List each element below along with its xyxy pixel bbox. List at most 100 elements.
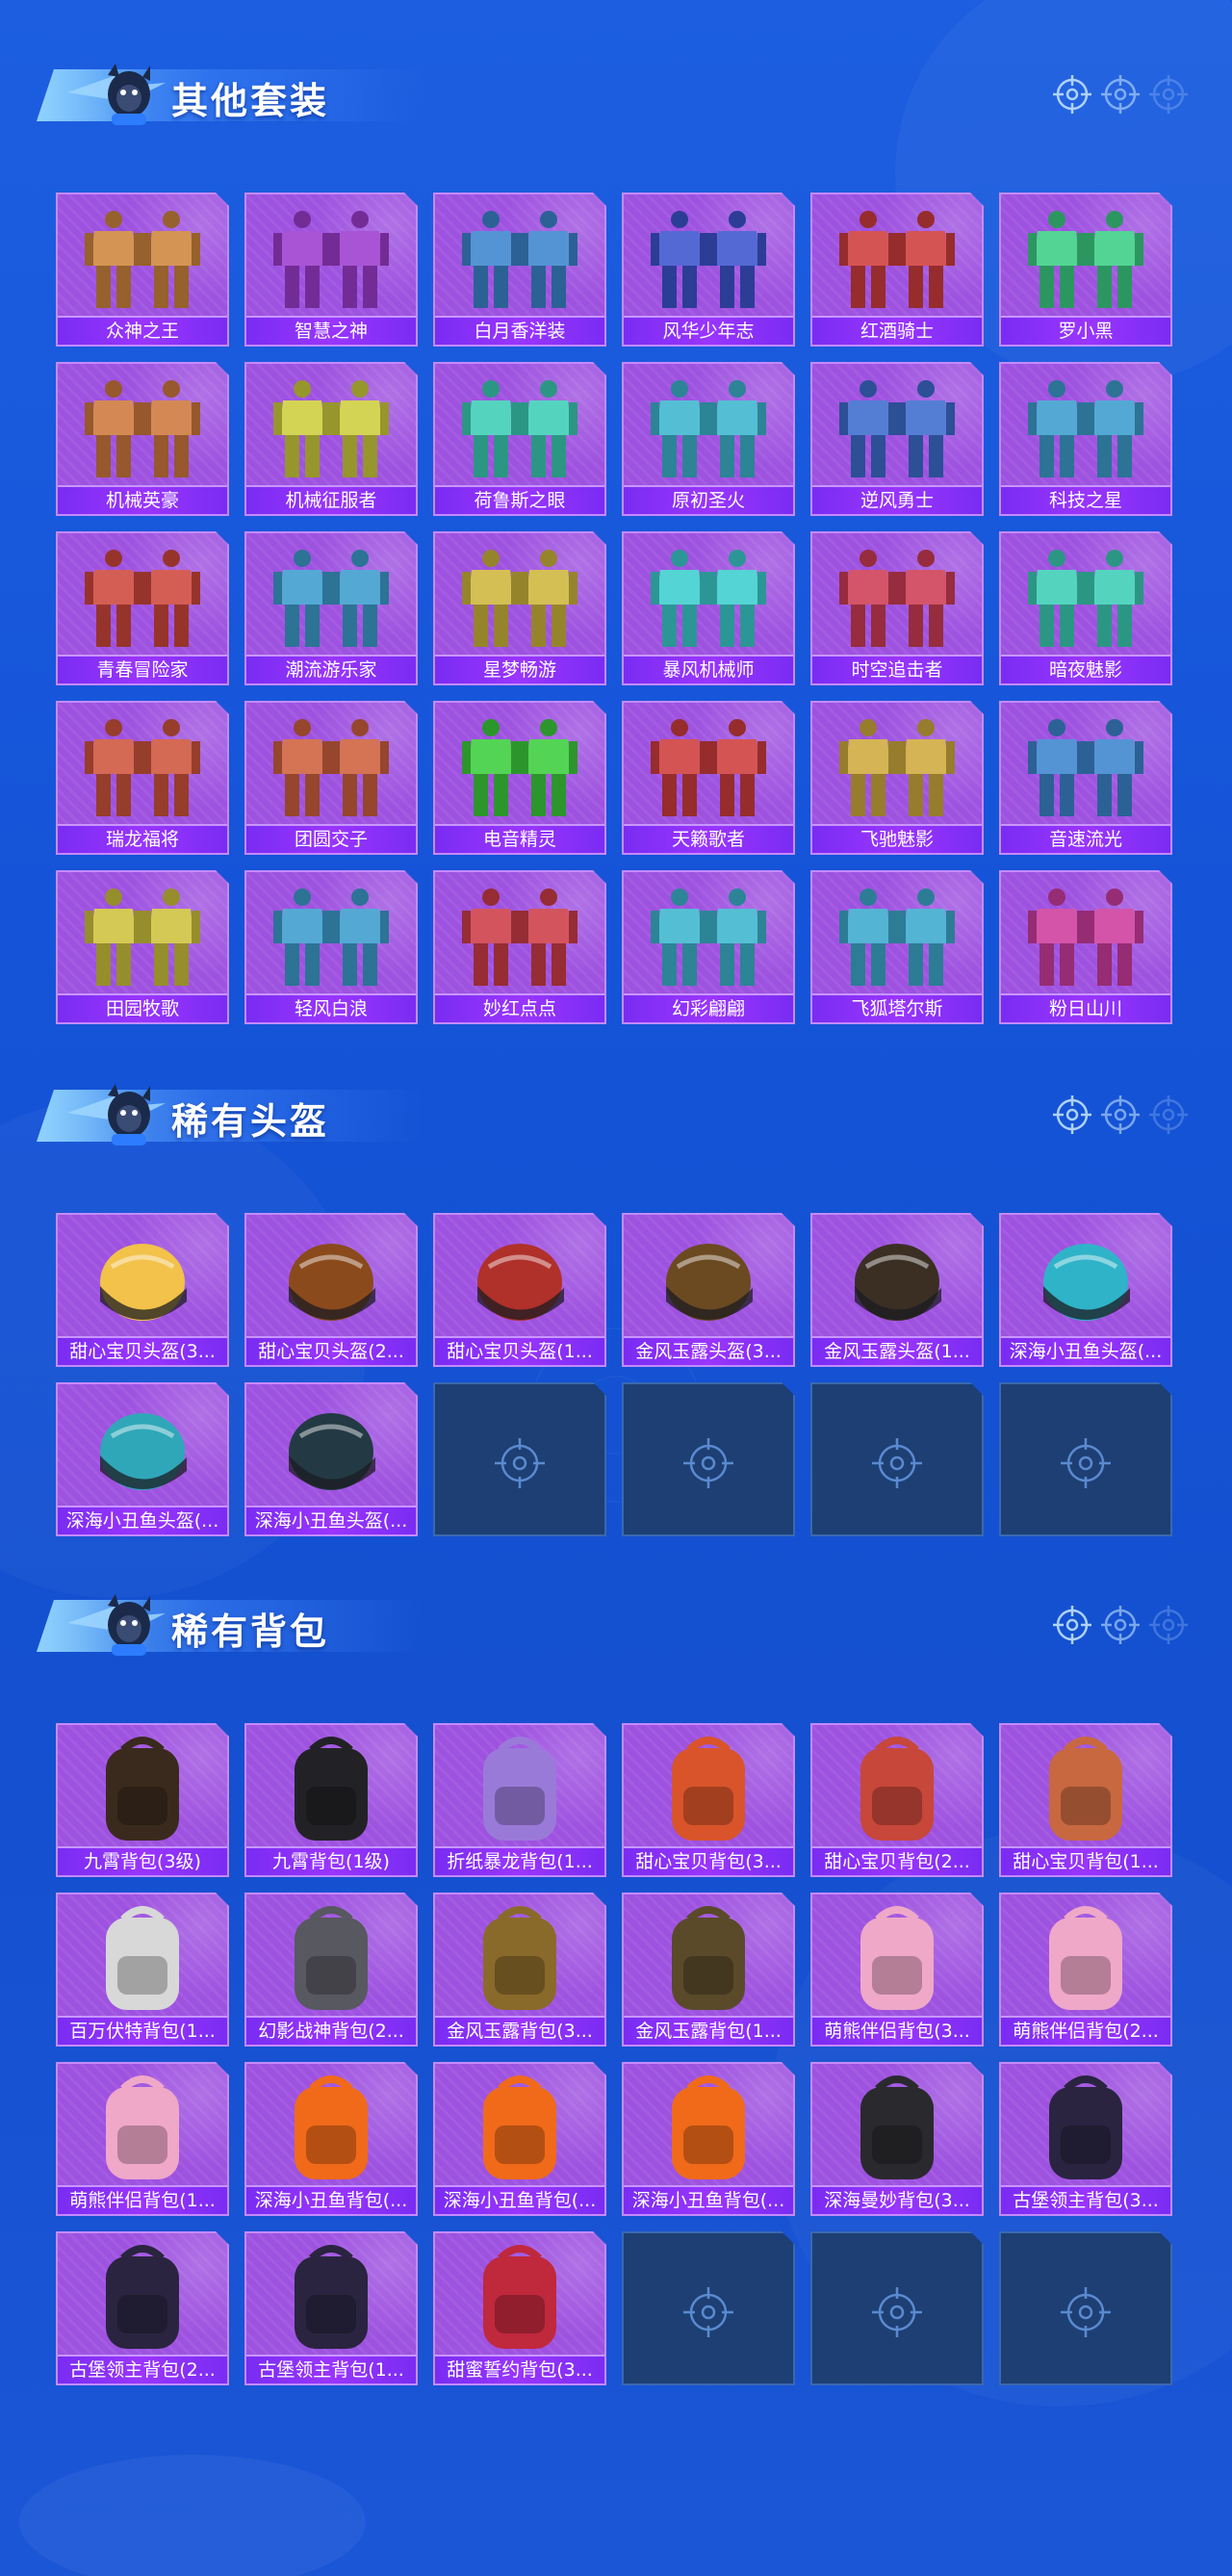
item-card[interactable]: 田园牧歌 [56, 870, 229, 1024]
section-title: 其他套装 [171, 80, 330, 122]
item-card[interactable]: 古堡领主背包(3... [999, 2062, 1172, 2216]
item-card[interactable]: 科技之星 [999, 362, 1172, 516]
item-card[interactable]: 萌熊伴侣背包(3... [810, 1893, 984, 2047]
item-grid: 九霄背包(3级) 九霄背包(1级) 折纸暴龙背包(1... 甜心宝贝背包(3... 甜心… [56, 1723, 1172, 2385]
item-card[interactable]: 金风玉露头盔(1... [810, 1213, 984, 1367]
item-card[interactable]: 甜心宝贝背包(1... [999, 1723, 1172, 1877]
item-card[interactable]: 暗夜魅影 [999, 531, 1172, 685]
item-card[interactable]: 白月香洋装 [433, 193, 606, 347]
item-label: 金风玉露背包(1... [624, 2016, 793, 2045]
item-label: 荷鲁斯之眼 [435, 485, 604, 514]
item-card[interactable]: 荷鲁斯之眼 [433, 362, 606, 516]
item-card[interactable]: 幻影战神背包(2... [244, 1893, 418, 2047]
item-label: 飞驰魅影 [812, 824, 982, 853]
empty-slot [433, 1382, 606, 1536]
backpack-image [246, 2068, 416, 2187]
item-card[interactable]: 粉日山川 [999, 870, 1172, 1024]
item-label: 甜心宝贝背包(2... [812, 1846, 982, 1875]
item-card[interactable]: 古堡领主背包(2... [56, 2231, 229, 2385]
outfit-image [58, 368, 227, 487]
section-title: 稀有头盔 [171, 1100, 330, 1143]
item-card[interactable]: 折纸暴龙背包(1... [433, 1723, 606, 1877]
item-card[interactable]: 萌熊伴侣背包(2... [999, 1893, 1172, 2047]
outfit-image [58, 537, 227, 657]
item-card[interactable]: 原初圣火 [622, 362, 795, 516]
crosshair-icons [1053, 1095, 1188, 1134]
crosshair-icons [1053, 1606, 1188, 1644]
item-card[interactable]: 机械英豪 [56, 362, 229, 516]
outfit-image [435, 876, 604, 995]
section-rare-helmets: 稀有头盔 甜心宝贝头盔(3... 甜心宝贝头盔(2... 甜心宝贝头盔(1... 金风… [0, 1069, 1232, 1569]
item-card[interactable]: 深海曼妙背包(3... [810, 2062, 984, 2216]
item-card[interactable]: 轻风白浪 [244, 870, 418, 1024]
outfit-image [246, 198, 416, 318]
item-card[interactable]: 青春冒险家 [56, 531, 229, 685]
backpack-image [812, 2068, 982, 2187]
item-card[interactable]: 音速流光 [999, 701, 1172, 855]
item-card[interactable]: 古堡领主背包(1... [244, 2231, 418, 2385]
item-card[interactable]: 团圆交子 [244, 701, 418, 855]
item-card[interactable]: 逆风勇士 [810, 362, 984, 516]
item-label: 古堡领主背包(2... [58, 2355, 227, 2383]
item-card[interactable]: 电音精灵 [433, 701, 606, 855]
item-card[interactable]: 风华少年志 [622, 193, 795, 347]
item-card[interactable]: 潮流游乐家 [244, 531, 418, 685]
item-card[interactable]: 机械征服者 [244, 362, 418, 516]
empty-slot [999, 1382, 1172, 1536]
item-card[interactable]: 金风玉露头盔(3... [622, 1213, 795, 1367]
item-card[interactable]: 时空追击者 [810, 531, 984, 685]
backpack-image [58, 2237, 227, 2357]
item-card[interactable]: 九霄背包(1级) [244, 1723, 418, 1877]
item-card[interactable]: 飞狐塔尔斯 [810, 870, 984, 1024]
item-label: 轻风白浪 [246, 993, 416, 1022]
item-label: 时空追击者 [812, 655, 982, 683]
crosshair-icon [624, 2237, 793, 2357]
item-card[interactable]: 深海小丑鱼背包(... [244, 2062, 418, 2216]
item-label: 原初圣火 [624, 485, 793, 514]
outfit-image [812, 876, 982, 995]
item-card[interactable]: 深海小丑鱼头盔(... [244, 1382, 418, 1536]
item-card[interactable]: 甜心宝贝头盔(1... [433, 1213, 606, 1367]
section-other-outfits: 其他套装 众神之王 智慧之神 白月香洋装 风华少年志 红酒骑士 罗小黑机械英豪 机械征服者荷… [0, 48, 1232, 1040]
item-card[interactable]: 妙红点点 [433, 870, 606, 1024]
item-card[interactable]: 甜心宝贝背包(3... [622, 1723, 795, 1877]
item-card[interactable]: 红酒骑士 [810, 193, 984, 347]
item-label: 深海小丑鱼头盔(... [246, 1506, 416, 1534]
item-card[interactable]: 金风玉露背包(1... [622, 1893, 795, 2047]
backpack-image [624, 2068, 793, 2187]
item-card[interactable]: 暴风机械师 [622, 531, 795, 685]
item-card[interactable]: 罗小黑 [999, 193, 1172, 347]
item-card[interactable]: 甜心宝贝背包(2... [810, 1723, 984, 1877]
item-card[interactable]: 深海小丑鱼头盔(... [56, 1382, 229, 1536]
outfit-image [58, 707, 227, 826]
item-card[interactable]: 幻彩翩翩 [622, 870, 795, 1024]
item-label: 逆风勇士 [812, 485, 982, 514]
empty-slot [622, 2231, 795, 2385]
item-card[interactable]: 飞驰魅影 [810, 701, 984, 855]
helmet-image [246, 1219, 416, 1338]
item-card[interactable]: 深海小丑鱼头盔(... [999, 1213, 1172, 1367]
item-card[interactable]: 深海小丑鱼背包(... [622, 2062, 795, 2216]
helmet-image [58, 1388, 227, 1507]
item-card[interactable]: 智慧之神 [244, 193, 418, 347]
item-card[interactable]: 甜蜜誓约背包(3... [433, 2231, 606, 2385]
item-card[interactable]: 九霄背包(3级) [56, 1723, 229, 1877]
item-card[interactable]: 星梦畅游 [433, 531, 606, 685]
item-card[interactable]: 萌熊伴侣背包(1... [56, 2062, 229, 2216]
item-card[interactable]: 金风玉露背包(3... [433, 1893, 606, 2047]
item-label: 音速流光 [1001, 824, 1170, 853]
item-card[interactable]: 天籁歌者 [622, 701, 795, 855]
item-card[interactable]: 甜心宝贝头盔(2... [244, 1213, 418, 1367]
item-card[interactable]: 众神之王 [56, 193, 229, 347]
item-label: 风华少年志 [624, 316, 793, 345]
backpack-image [58, 2068, 227, 2187]
item-card[interactable]: 百万伏特背包(1... [56, 1893, 229, 2047]
item-card[interactable]: 瑞龙福将 [56, 701, 229, 855]
item-label: 古堡领主背包(1... [246, 2355, 416, 2383]
item-label: 天籁歌者 [624, 824, 793, 853]
item-label: 折纸暴龙背包(1... [435, 1846, 604, 1875]
item-card[interactable]: 深海小丑鱼背包(... [433, 2062, 606, 2216]
item-label: 深海小丑鱼头盔(... [58, 1506, 227, 1534]
item-label: 金风玉露头盔(3... [624, 1336, 793, 1365]
item-card[interactable]: 甜心宝贝头盔(3... [56, 1213, 229, 1367]
